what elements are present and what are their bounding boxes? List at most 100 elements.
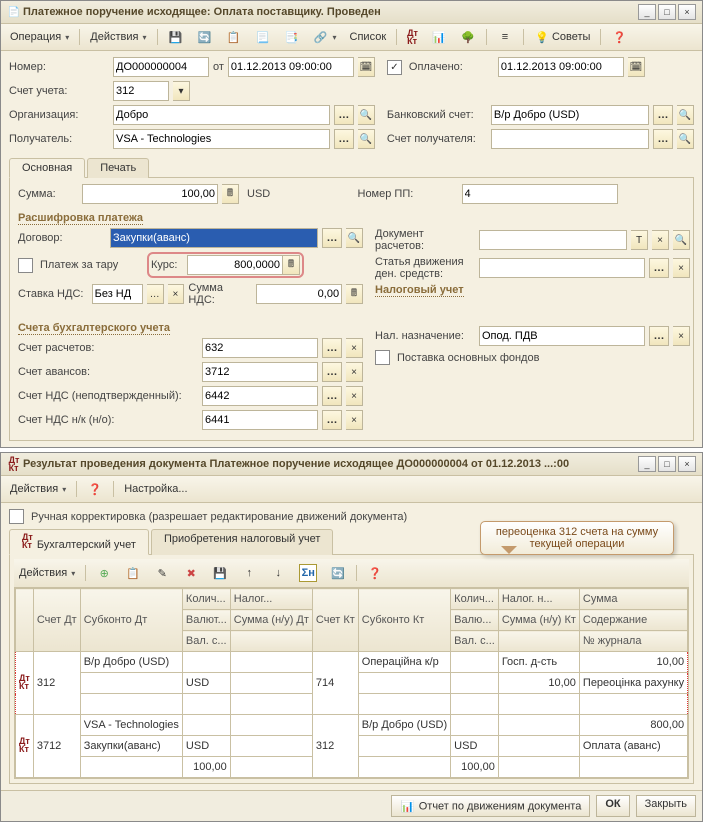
ok-button[interactable]: ОК [596, 795, 629, 817]
tara-checkbox[interactable] [18, 258, 33, 273]
help3-icon[interactable]: ❓ [362, 562, 388, 584]
vat-sum-input[interactable] [256, 284, 342, 304]
col-tax2[interactable]: Налог. н... [498, 589, 579, 610]
up-icon[interactable]: ↑ [236, 562, 262, 584]
tree-icon[interactable]: 🌳 [455, 26, 481, 48]
docr-input[interactable] [479, 230, 627, 250]
rate-input[interactable] [187, 255, 283, 275]
bank-lookup-button[interactable]: … [653, 105, 673, 125]
pp-input[interactable] [462, 184, 618, 204]
attach-icon[interactable]: 🔗 [308, 26, 342, 48]
number-input[interactable] [113, 57, 209, 77]
col-qty[interactable]: Колич... [182, 589, 230, 610]
maximize2-button[interactable]: □ [658, 456, 676, 472]
a4-lookup[interactable]: … [322, 410, 342, 430]
col-cur2[interactable]: Валю... [451, 610, 499, 631]
add-icon[interactable]: ⊕ [91, 562, 117, 584]
paid-date-input[interactable] [498, 57, 624, 77]
col-curs2[interactable]: Вал. с... [451, 631, 499, 652]
tab-main[interactable]: Основная [9, 158, 85, 178]
minimize-button[interactable]: _ [638, 4, 656, 20]
post-icon[interactable]: 📋 [221, 26, 247, 48]
edit-icon[interactable]: ✎ [149, 562, 175, 584]
col-sumn2[interactable]: Сумма (н/у) Кт [498, 610, 579, 631]
paid-date-calc-icon[interactable]: 🗓 [628, 57, 645, 77]
date-input[interactable] [228, 57, 354, 77]
org-input[interactable] [113, 105, 330, 125]
recipient-acc-search-icon[interactable]: 🔍 [677, 129, 694, 149]
delete-icon[interactable]: ✖ [178, 562, 204, 584]
col-tax[interactable]: Налог... [230, 589, 312, 610]
recipient-search-icon[interactable]: 🔍 [358, 129, 375, 149]
minimize2-button[interactable]: _ [638, 456, 656, 472]
vat-dots-button[interactable]: … [147, 284, 164, 304]
col-acc-dt[interactable]: Счет Дт [33, 589, 80, 652]
refresh2-icon[interactable]: 🔄 [325, 562, 351, 584]
nal-input[interactable] [479, 326, 645, 346]
save-icon[interactable]: 💾 [163, 26, 189, 48]
report-icon[interactable]: 📊 [426, 26, 452, 48]
actions2-menu[interactable]: Действия [5, 480, 71, 498]
rate-calc-icon[interactable]: 🖩 [283, 255, 300, 275]
a3-lookup[interactable]: … [322, 386, 342, 406]
nal-lookup[interactable]: … [649, 326, 669, 346]
a3-input[interactable] [202, 386, 318, 406]
recipient-lookup-button[interactable]: … [334, 129, 354, 149]
table-row[interactable]: ДтКт 312 В/р Добро (USD) 714 Операційна … [16, 652, 688, 673]
close-button2[interactable]: Закрыть [636, 795, 696, 817]
save2-icon[interactable]: 💾 [207, 562, 233, 584]
stat-input[interactable] [479, 258, 645, 278]
docr-search-icon[interactable]: 🔍 [673, 230, 690, 250]
settings-button[interactable]: Настройка... [119, 480, 192, 498]
list-button[interactable]: Список [345, 28, 392, 46]
table-row[interactable]: ДтКт 3712 VSA - Technologies 312 В/р Доб… [16, 715, 688, 736]
account-dd-icon[interactable]: ▾ [173, 81, 190, 101]
a1-lookup[interactable]: … [322, 338, 342, 358]
a2-lookup[interactable]: … [322, 362, 342, 382]
contract-search-icon[interactable]: 🔍 [346, 228, 363, 248]
help-icon[interactable]: ❓ [606, 26, 632, 48]
a2-input[interactable] [202, 362, 318, 382]
tab-accounting[interactable]: ДтКтБухгалтерский учет [9, 529, 149, 555]
refresh-icon[interactable]: 🔄 [192, 26, 218, 48]
paid-checkbox[interactable]: ✓ [387, 60, 402, 75]
doc2-icon[interactable]: 📑 [279, 26, 305, 48]
recipient-acc-lookup-button[interactable]: … [653, 129, 673, 149]
stat-lookup[interactable]: … [649, 258, 669, 278]
props-icon[interactable]: ≡ [492, 26, 518, 48]
tab-tax-acq[interactable]: Приобретения налоговый учет [151, 529, 333, 555]
col-cur[interactable]: Валют... [182, 610, 230, 631]
docr-t[interactable]: T [631, 230, 648, 250]
a3-clear[interactable]: × [346, 386, 363, 406]
vat-input[interactable] [92, 284, 143, 304]
tab-print[interactable]: Печать [87, 158, 149, 178]
col-content[interactable]: Содержание [579, 610, 687, 631]
a4-clear[interactable]: × [346, 410, 363, 430]
vat-clear-button[interactable]: × [168, 284, 185, 304]
col-journ[interactable]: № журнала [579, 631, 687, 652]
date-calc-icon[interactable]: 🗓 [358, 57, 375, 77]
sum-input[interactable] [82, 184, 218, 204]
grid-actions-menu[interactable]: Действия [14, 564, 80, 582]
advice-button[interactable]: 💡Советы [529, 26, 595, 48]
manual-checkbox[interactable] [9, 509, 24, 524]
close-button[interactable]: × [678, 4, 696, 20]
recipient-acc-input[interactable] [491, 129, 649, 149]
col-sub-dt[interactable]: Субконто Дт [80, 589, 182, 652]
down-icon[interactable]: ↓ [265, 562, 291, 584]
sum-calc-icon[interactable]: 🖩 [222, 184, 239, 204]
col-sumn[interactable]: Сумма (н/у) Дт [230, 610, 312, 631]
contract-lookup-button[interactable]: … [322, 228, 342, 248]
a1-input[interactable] [202, 338, 318, 358]
copy-icon[interactable]: 📋 [120, 562, 146, 584]
recipient-input[interactable] [113, 129, 330, 149]
account-input[interactable] [113, 81, 169, 101]
col-sub-kt[interactable]: Субконто Кт [358, 589, 450, 652]
col-curs[interactable]: Вал. с... [182, 631, 230, 652]
actions-menu[interactable]: Действия [85, 28, 151, 46]
stat-clear[interactable]: × [673, 258, 690, 278]
accounting-grid[interactable]: Счет Дт Субконто Дт Колич... Налог... Сч… [14, 587, 689, 779]
a2-clear[interactable]: × [346, 362, 363, 382]
help2-icon[interactable]: ❓ [82, 478, 108, 500]
nal-clear[interactable]: × [673, 326, 690, 346]
